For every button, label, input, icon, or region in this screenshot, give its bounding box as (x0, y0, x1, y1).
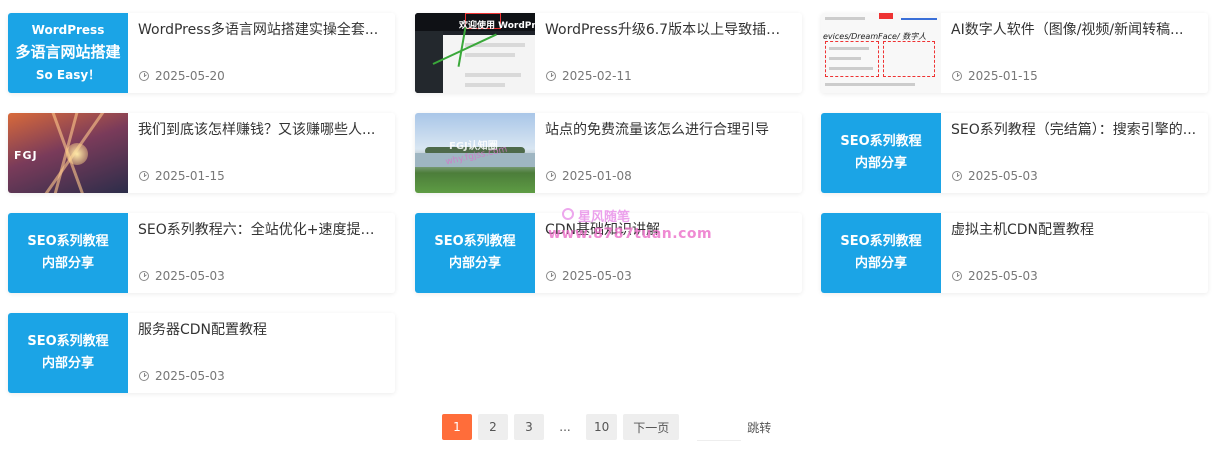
article-date: 2025-01-15 (968, 69, 1038, 83)
article-date: 2025-05-03 (968, 169, 1038, 183)
thumbnail-line (829, 57, 861, 60)
article-card[interactable]: SEO系列教程 内部分享 虚拟主机CDN配置教程 2025-05-03 (821, 213, 1208, 293)
thumbnail-text: 多语言网站搭建 (15, 43, 121, 61)
article-card[interactable]: SEO系列教程 内部分享 服务器CDN配置教程 2025-05-03 (8, 313, 395, 393)
clock-icon (139, 271, 149, 281)
clock-icon (952, 171, 962, 181)
thumbnail-text: SEO系列教程 (840, 134, 922, 149)
article-date: 2025-01-15 (155, 169, 225, 183)
article-title[interactable]: 我们到底该怎样赚钱？又该赚哪些人... (138, 120, 386, 140)
thumbnail-logo: FGJ (14, 149, 38, 162)
article-date: 2025-01-08 (562, 169, 632, 183)
thumbnail-text: 内部分享 (41, 356, 94, 371)
thumbnail-line (465, 53, 515, 57)
thumbnail-text: SEO系列教程 (27, 334, 109, 349)
thumbnail-text: SEO系列教程 (840, 234, 922, 249)
article-date: 2025-05-03 (968, 269, 1038, 283)
article-card[interactable]: evices/DreamFace/ 数字人 AI数字人软件（图像/视频/新闻转稿… (821, 13, 1208, 93)
article-title[interactable]: SEO系列教程六：全站优化+速度提升... (138, 220, 386, 240)
jump-button[interactable]: 跳转 (747, 419, 771, 436)
thumbnail-text: So Easy！ (35, 68, 101, 82)
article-thumbnail[interactable]: SEO系列教程 内部分享 (8, 313, 128, 393)
article-thumbnail[interactable]: 欢迎使用 WordPress (415, 13, 535, 93)
article-thumbnail[interactable]: FGJ (8, 113, 128, 193)
arrow-icon (901, 18, 937, 20)
clock-icon (139, 71, 149, 81)
thumbnail-text: 内部分享 (448, 256, 501, 271)
article-meta: 2025-01-08 (546, 169, 632, 183)
article-meta: 2025-05-03 (546, 269, 632, 283)
article-meta: 2025-01-15 (952, 69, 1038, 83)
thumbnail-line (465, 83, 505, 87)
thumbnail-text: 内部分享 (854, 256, 907, 271)
page-button-2[interactable]: 2 (478, 414, 508, 440)
pagination: 1 2 3 ... 10 下一页 跳转 (442, 413, 771, 441)
thumbnail-line (465, 73, 521, 77)
article-thumbnail[interactable]: evices/DreamFace/ 数字人 (821, 13, 941, 93)
article-title[interactable]: SEO系列教程（完结篇）：搜索引擎的... (951, 120, 1199, 140)
thumbnail-line (829, 67, 873, 70)
thumbnail-text: 内部分享 (41, 256, 94, 271)
article-card[interactable]: SEO系列教程 内部分享 SEO系列教程（完结篇）：搜索引擎的... 2025-… (821, 113, 1208, 193)
page-button-1[interactable]: 1 (442, 414, 472, 440)
thumbnail-decoration (66, 143, 88, 165)
thumbnail-text: 欢迎使用 WordPress (459, 21, 535, 31)
clock-icon (139, 171, 149, 181)
article-card[interactable]: FGJ认知圈 why.fgjss.com 站点的免费流量该怎么进行合理引导 20… (415, 113, 802, 193)
article-thumbnail[interactable]: SEO系列教程 内部分享 (821, 113, 941, 193)
thumbnail-line (829, 47, 869, 50)
article-card[interactable]: FGJ 我们到底该怎样赚钱？又该赚哪些人... 2025-01-15 (8, 113, 395, 193)
article-date: 2025-05-03 (562, 269, 632, 283)
article-thumbnail[interactable]: WordPress 多语言网站搭建 So Easy！ (8, 13, 128, 93)
article-meta: 2025-02-11 (546, 69, 632, 83)
article-title[interactable]: 服务器CDN配置教程 (138, 320, 386, 340)
article-date: 2025-02-11 (562, 69, 632, 83)
page-button-3[interactable]: 3 (514, 414, 544, 440)
article-card[interactable]: SEO系列教程 内部分享 SEO系列教程六：全站优化+速度提升... 2025-… (8, 213, 395, 293)
article-card[interactable]: WordPress 多语言网站搭建 So Easy！ WordPress多语言网… (8, 13, 395, 93)
article-thumbnail[interactable]: SEO系列教程 内部分享 (415, 213, 535, 293)
article-grid: WordPress 多语言网站搭建 So Easy！ WordPress多语言网… (0, 0, 1215, 400)
clock-icon (952, 71, 962, 81)
thumbnail-text: 内部分享 (854, 156, 907, 171)
article-thumbnail[interactable]: FGJ认知圈 why.fgjss.com (415, 113, 535, 193)
page-jump-input[interactable] (697, 413, 742, 441)
article-card[interactable]: 欢迎使用 WordPress WordPress升级6.7版本以上导致插件...… (415, 13, 802, 93)
article-meta: 2025-05-03 (952, 169, 1038, 183)
clock-icon (546, 171, 556, 181)
clock-icon (546, 71, 556, 81)
article-thumbnail[interactable]: SEO系列教程 内部分享 (821, 213, 941, 293)
clock-icon (952, 271, 962, 281)
article-card[interactable]: SEO系列教程 内部分享 CDN基础知识讲解 2025-05-03 (415, 213, 802, 293)
article-title[interactable]: WordPress升级6.7版本以上导致插件... (545, 20, 793, 40)
article-date: 2025-05-03 (155, 369, 225, 383)
page-ellipsis: ... (559, 420, 571, 434)
article-title[interactable]: 虚拟主机CDN配置教程 (951, 220, 1199, 240)
article-date: 2025-05-20 (155, 69, 225, 83)
article-title[interactable]: WordPress多语言网站搭建实操全套... (138, 20, 386, 40)
article-meta: 2025-05-03 (139, 269, 225, 283)
clock-icon (139, 371, 149, 381)
article-meta: 2025-05-03 (139, 369, 225, 383)
thumbnail-text: SEO系列教程 (434, 234, 516, 249)
article-title[interactable]: CDN基础知识讲解 (545, 220, 793, 240)
thumbnail-text: WordPress (31, 23, 105, 37)
page-button-10[interactable]: 10 (586, 414, 618, 440)
article-meta: 2025-05-03 (952, 269, 1038, 283)
thumbnail-text: SEO系列教程 (27, 234, 109, 249)
thumbnail-line (825, 17, 865, 20)
article-title[interactable]: 站点的免费流量该怎么进行合理引导 (545, 120, 793, 140)
thumbnail-highlight (883, 41, 935, 77)
article-date: 2025-05-03 (155, 269, 225, 283)
thumbnail-line (825, 83, 915, 86)
clock-icon (546, 271, 556, 281)
article-thumbnail[interactable]: SEO系列教程 内部分享 (8, 213, 128, 293)
thumbnail-highlight (879, 13, 893, 19)
article-meta: 2025-01-15 (139, 169, 225, 183)
next-page-button[interactable]: 下一页 (623, 414, 680, 440)
article-meta: 2025-05-20 (139, 69, 225, 83)
article-title[interactable]: AI数字人软件（图像/视频/新闻转稿... (951, 20, 1199, 40)
